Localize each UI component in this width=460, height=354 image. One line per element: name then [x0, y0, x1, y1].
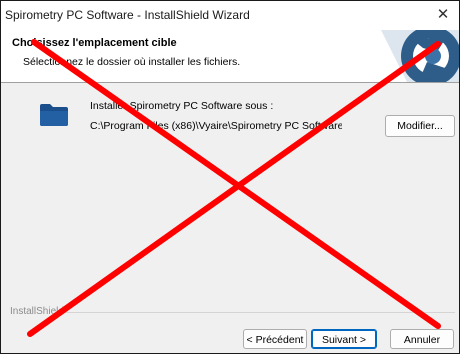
installshield-logo-icon [381, 30, 459, 82]
title-bar[interactable]: Spirometry PC Software - InstallShield W… [1, 1, 459, 30]
wizard-header: Choisissez l'emplacement cible Sélection… [1, 30, 459, 83]
folder-icon [40, 104, 68, 126]
footer-divider [57, 312, 455, 313]
next-button[interactable]: Suivant > [311, 329, 377, 349]
window-title: Spirometry PC Software - InstallShield W… [5, 8, 250, 22]
close-button[interactable]: ✕ [431, 4, 455, 26]
installshield-brand-label: InstallShield [10, 306, 64, 317]
modify-button[interactable]: Modifier... [385, 115, 455, 137]
previous-button[interactable]: < Précédent [243, 329, 307, 349]
step-subtitle: Sélectionnez le dossier où installer les… [23, 56, 241, 68]
installer-window: Spirometry PC Software - InstallShield W… [0, 0, 460, 354]
install-path-text: C:\Program Files (x86)\Vyaire\Spirometry… [90, 120, 342, 132]
cancel-button[interactable]: Annuler [390, 329, 454, 349]
step-title: Choisissez l'emplacement cible [12, 37, 177, 49]
content-area: Installer Spirometry PC Software sous : … [1, 83, 459, 313]
install-destination-label: Installer Spirometry PC Software sous : [90, 100, 274, 112]
